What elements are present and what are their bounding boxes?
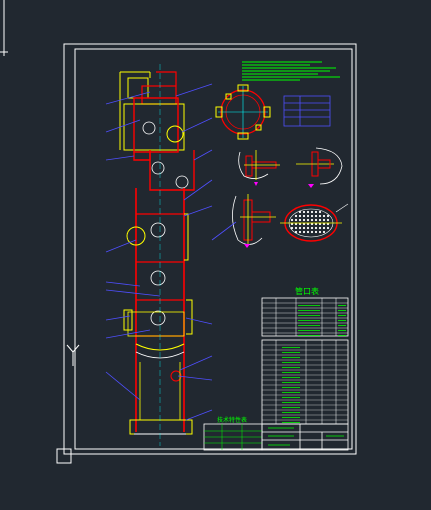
column-elevation: [119, 64, 195, 446]
top-view-head: [215, 84, 271, 140]
tube-hole: [326, 218, 330, 222]
tube-hole: [302, 210, 306, 214]
tube-hole: [318, 214, 322, 218]
leader-lines: [105, 83, 237, 421]
nozzle-table-title: 管口表: [295, 286, 319, 296]
ucs-axis-icon: [0, 0, 80, 464]
cad-drawing-canvas: 管口表 技术特性表: [0, 0, 357, 464]
tube-hole: [298, 226, 302, 230]
tube-hole: [306, 230, 310, 234]
tube-hole: [326, 226, 330, 230]
parts-list-rows: [262, 344, 348, 423]
tube-hole: [314, 214, 318, 218]
tube-hole: [298, 214, 302, 218]
tube-hole: [298, 210, 302, 214]
tube-hole: [290, 218, 294, 222]
technical-notes: [242, 61, 340, 81]
tube-hole: [310, 230, 314, 234]
tube-hole: [306, 214, 310, 218]
detail-view-a: [238, 150, 280, 186]
tube-hole: [314, 210, 318, 214]
tube-hole: [302, 218, 306, 222]
tube-hole: [322, 218, 326, 222]
tube-hole: [318, 230, 322, 234]
drawing-frame: [63, 43, 357, 455]
tube-hole: [310, 226, 314, 230]
detail-view-c: [232, 194, 276, 248]
tube-hole: [298, 218, 302, 222]
nozzle-table: 管口表: [261, 286, 349, 337]
tube-hole: [294, 214, 298, 218]
tube-hole: [322, 230, 326, 234]
tube-hole: [290, 226, 294, 230]
tube-hole: [306, 226, 310, 230]
tube-hole: [302, 230, 306, 234]
tube-hole: [310, 214, 314, 218]
tray-section-view: [280, 203, 349, 242]
tube-hole: [326, 214, 330, 218]
spec-table-title: 技术特性表: [217, 416, 247, 424]
tube-hole: [310, 218, 314, 222]
tube-hole: [322, 214, 326, 218]
tube-hole: [302, 214, 306, 218]
detail-view-b: [296, 147, 343, 188]
tube-hole: [314, 218, 318, 222]
tube-hole: [294, 218, 298, 222]
tube-hole: [314, 226, 318, 230]
tube-hole: [318, 218, 322, 222]
parts-list: [261, 339, 349, 425]
tube-hole: [322, 226, 326, 230]
nozzle-table-rows: [262, 302, 348, 336]
tube-hole: [306, 210, 310, 214]
tube-hole: [302, 226, 306, 230]
tube-hole: [318, 226, 322, 230]
tube-hole: [294, 230, 298, 234]
tube-pattern: [290, 210, 330, 234]
tube-hole: [310, 210, 314, 214]
tube-hole: [318, 210, 322, 214]
tube-hole: [314, 230, 318, 234]
spec-table: 技术特性表: [203, 416, 263, 451]
tube-hole: [294, 226, 298, 230]
title-block: [261, 423, 349, 451]
tube-hole: [298, 230, 302, 234]
legend-block: [283, 95, 331, 127]
tube-hole: [306, 218, 310, 222]
